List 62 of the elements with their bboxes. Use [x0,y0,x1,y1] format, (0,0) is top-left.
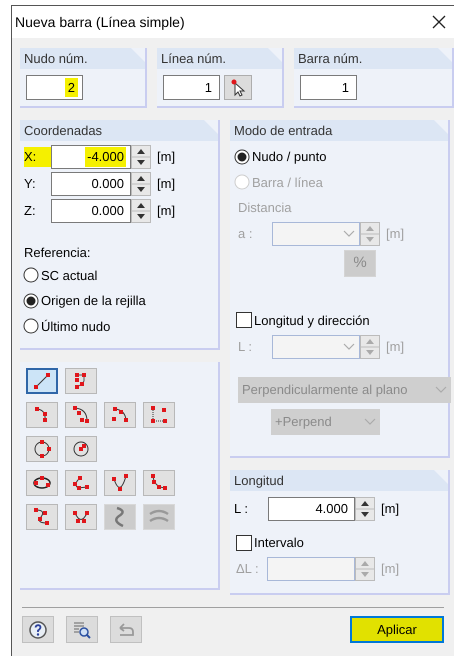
preview-button[interactable] [66,616,98,643]
tool-button[interactable] [65,436,97,462]
unit-label: [m] [381,500,400,518]
spinner-icon[interactable] [131,199,151,223]
window-title: Nueva barra (Línea simple) [15,12,186,32]
checkbox-label[interactable]: Longitud y dirección [254,310,370,330]
unit-label: [m] [386,338,404,356]
close-icon[interactable] [432,15,446,29]
number-field[interactable]: 1 [163,75,220,100]
radio-label[interactable]: Último nudo [41,316,110,336]
unit-label: [m] [386,224,404,243]
number-field[interactable]: -4.000 [51,145,131,169]
field-label: ΔL : [236,560,260,578]
reference-label: Referencia: [23,244,92,262]
axis-label: X: [24,147,51,167]
spinner-icon[interactable] [131,145,151,169]
radio-button[interactable] [23,292,39,309]
number-field[interactable]: 0.000 [51,172,131,196]
spinner-icon[interactable] [355,497,375,521]
group-title: Modo de entrada [234,122,332,140]
apply-button[interactable]: Aplicar [350,616,444,643]
help-icon [28,620,48,640]
group-title: Coordenadas [24,122,102,140]
radio-label[interactable]: SC actual [41,266,98,285]
parabola-icon [109,472,131,494]
radio-button[interactable] [234,148,250,165]
help-button[interactable] [22,616,54,643]
axis-label: Z: [24,202,37,220]
field-label: L : [238,338,253,356]
tool-button[interactable] [26,436,58,462]
undo-button[interactable] [110,616,142,643]
pick-button[interactable] [224,75,252,100]
distance-label: Distancia [237,199,292,217]
group-title: Línea núm. [161,50,226,68]
radio-button[interactable] [23,267,39,284]
checkbox[interactable] [236,534,252,551]
unit-label: [m] [157,202,176,220]
radio-button[interactable] [23,318,39,334]
group-title: Nudo núm. [24,50,88,68]
number-field[interactable]: 4.000 [268,497,355,521]
unit-label: [m] [157,175,176,194]
fillet-icon [148,404,170,426]
line-icon [31,370,53,392]
unit-label: [m] [157,148,176,166]
document-search-icon [72,620,92,640]
tool-button[interactable] [26,470,58,496]
unit-label: [m] [381,560,400,578]
number-field[interactable]: 2 [26,75,83,100]
checkbox[interactable] [236,312,252,328]
number-field[interactable]: 0.000 [51,199,131,223]
field-label: L : [234,500,249,518]
group-title: Longitud [234,472,284,490]
group-title: Barra núm. [298,50,362,68]
axis-label: Y: [24,175,37,194]
arc-center-icon [70,404,92,426]
cursor-icon [229,78,247,96]
radio-label[interactable]: Nudo / punto [252,147,326,166]
field-label: a : [238,224,254,243]
spinner-icon[interactable] [131,172,151,196]
radio-label[interactable]: Origen de la rejilla [41,291,146,310]
number-field[interactable]: 1 [300,75,357,100]
checkbox-label[interactable]: Intervalo [254,533,304,552]
